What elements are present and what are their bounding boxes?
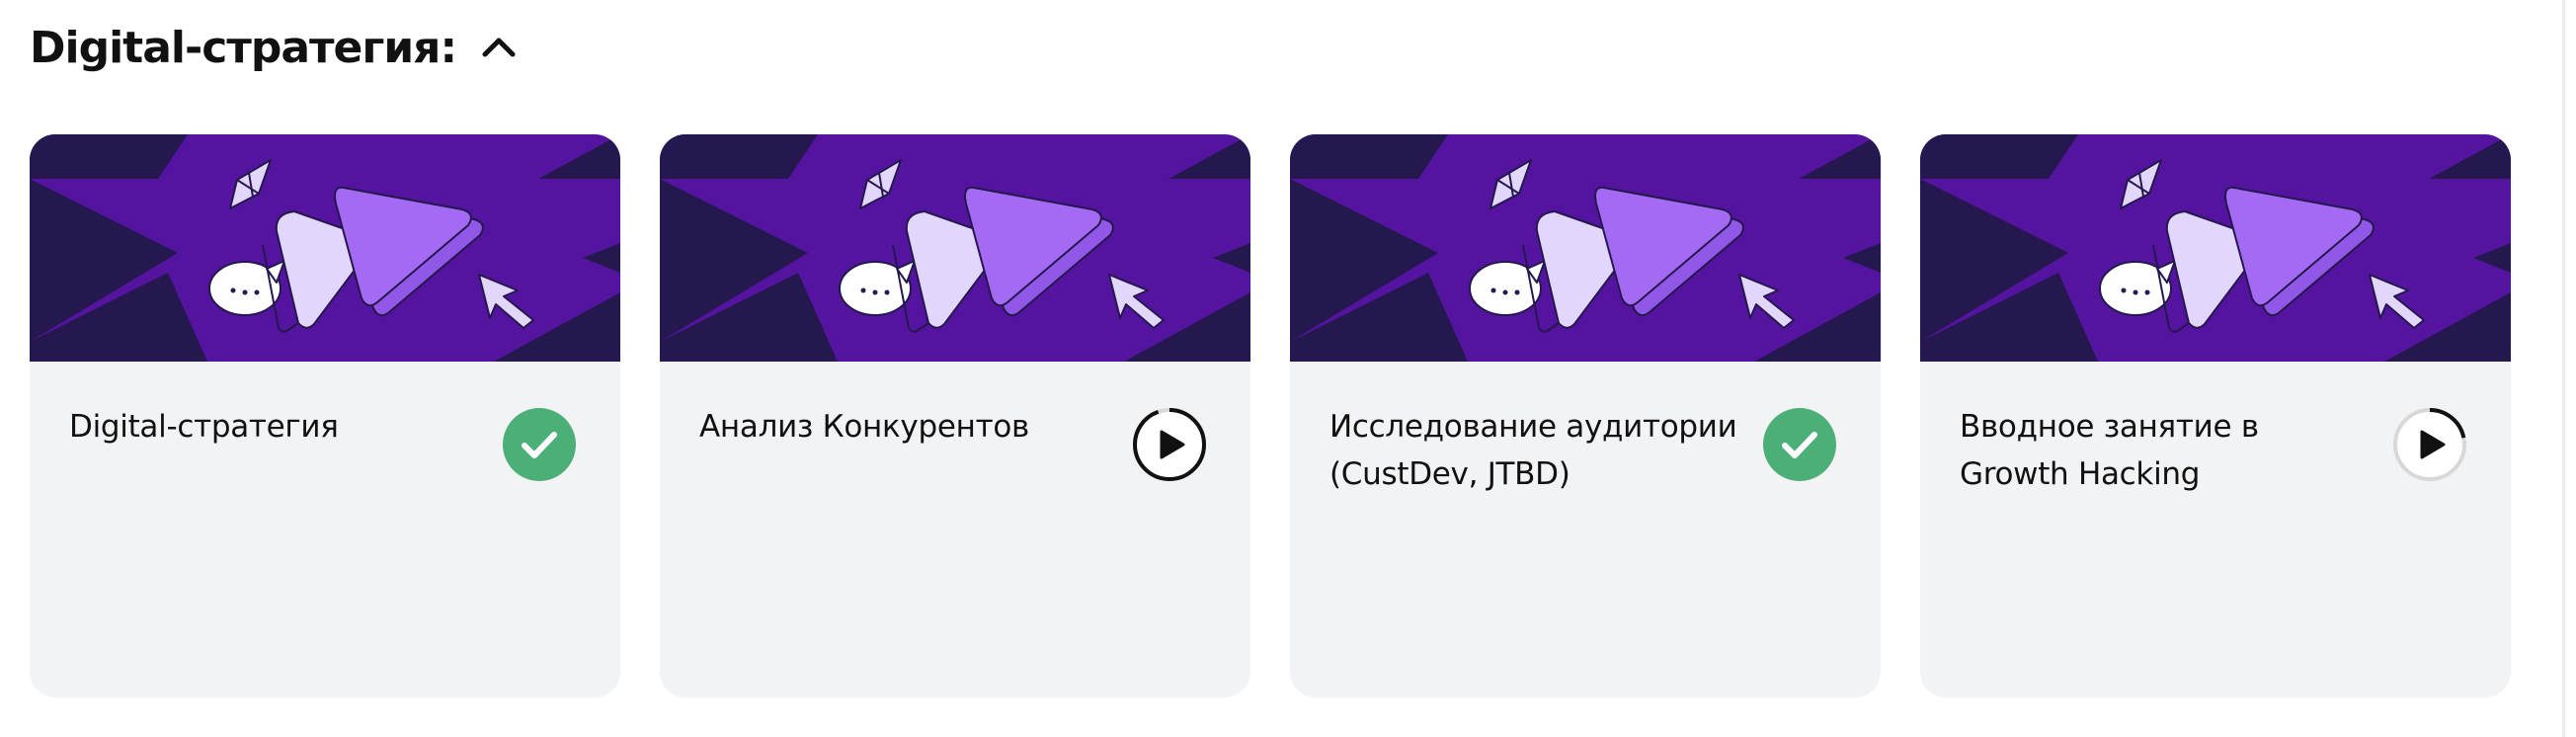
lesson-thumbnail <box>30 134 620 362</box>
lesson-card[interactable]: Анализ Конкурентов <box>660 134 1250 697</box>
lesson-thumbnail <box>660 134 1250 362</box>
section-header[interactable]: Digital-стратегия: <box>30 18 522 77</box>
scrollbar-track[interactable] <box>2562 0 2565 737</box>
lesson-title: Вводное занятие в Growth Hacking <box>1960 409 2259 492</box>
lesson-card[interactable]: Вводное занятие в Growth Hacking <box>1920 134 2511 697</box>
completed-status <box>502 407 577 482</box>
lesson-card[interactable]: Исследование аудитории (CustDev, JTBD) <box>1290 134 1881 697</box>
completed-status <box>1762 407 1837 482</box>
chevron-up-icon[interactable] <box>476 25 522 70</box>
lesson-card-list: Digital-стратегия Анализ Конкурентов Исс… <box>30 134 2511 697</box>
play-icon <box>1133 408 1206 481</box>
checkmark-icon <box>503 408 576 481</box>
lesson-title: Анализ Конкурентов <box>699 409 1029 445</box>
play-button[interactable] <box>2392 407 2467 482</box>
checkmark-icon <box>1763 408 1836 481</box>
lesson-thumbnail <box>1920 134 2511 362</box>
play-icon <box>2393 408 2466 481</box>
lesson-thumbnail <box>1290 134 1881 362</box>
lesson-title: Исследование аудитории (CustDev, JTBD) <box>1329 409 1737 492</box>
play-button[interactable] <box>1132 407 1207 482</box>
lesson-card[interactable]: Digital-стратегия <box>30 134 620 697</box>
section-title: Digital-стратегия: <box>30 22 457 73</box>
lesson-title: Digital-стратегия <box>69 409 339 445</box>
